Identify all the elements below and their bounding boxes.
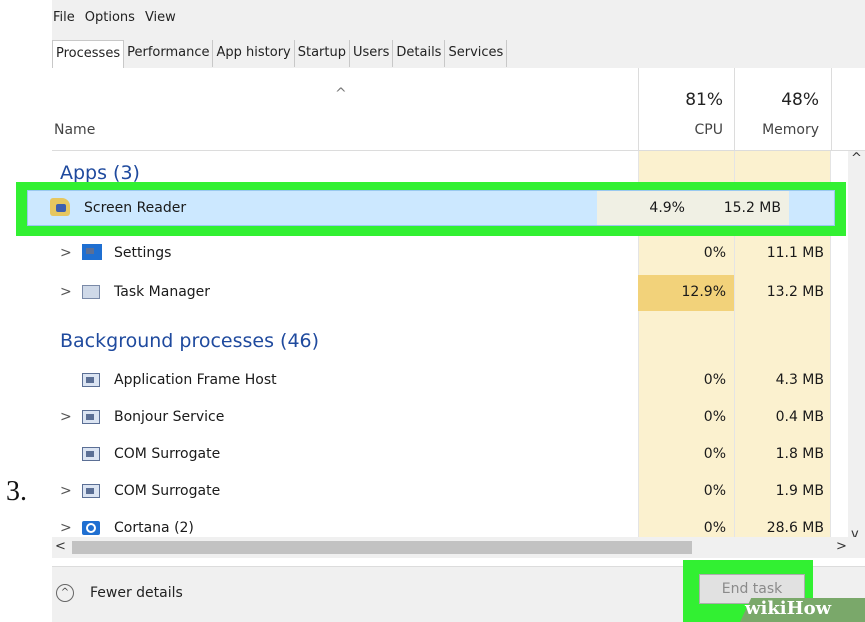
column-header: ^ Name 81% CPU 48% Memory xyxy=(52,68,865,151)
task-manager-window: File Options View Processes Performance … xyxy=(52,0,865,622)
app-window-icon xyxy=(82,410,100,424)
cpu-column-header[interactable]: 81% CPU xyxy=(638,68,735,150)
process-name: Settings xyxy=(114,245,172,261)
processes-panel: ^ Name 81% CPU 48% Memory Apps (3) > Set… xyxy=(52,68,865,566)
process-memory: 4.3 MB xyxy=(775,372,824,388)
app-window-icon xyxy=(82,447,100,461)
scrollbar-thumb[interactable] xyxy=(72,541,692,554)
process-name: Bonjour Service xyxy=(114,409,225,425)
process-memory: 15.2 MB xyxy=(723,200,781,216)
expand-chevron-icon[interactable]: > xyxy=(60,284,72,300)
memory-column-label: Memory xyxy=(762,122,819,138)
process-row[interactable]: COM Surrogate 0% 1.8 MB xyxy=(52,437,832,473)
process-memory: 11.1 MB xyxy=(766,245,824,261)
process-name: Screen Reader xyxy=(84,200,187,216)
process-name: Cortana (2) xyxy=(114,520,194,536)
memory-total-percent: 48% xyxy=(781,90,819,110)
menu-bar: File Options View xyxy=(52,10,177,32)
task-manager-icon xyxy=(82,285,100,299)
process-cpu: 12.9% xyxy=(681,284,726,300)
process-cpu: 0% xyxy=(703,372,726,388)
process-name: Application Frame Host xyxy=(114,372,277,388)
sort-caret-icon[interactable]: ^ xyxy=(335,86,347,102)
process-row-settings[interactable]: > Settings 0% 11.1 MB xyxy=(52,236,832,272)
expand-chevron-icon[interactable]: > xyxy=(60,245,72,261)
group-background-processes: Background processes (46) xyxy=(60,330,320,352)
step-number: 3. xyxy=(6,476,27,507)
wikihow-watermark: wikiHow xyxy=(745,598,831,619)
fewer-details-link[interactable]: Fewer details xyxy=(90,585,183,601)
screen-reader-icon xyxy=(50,198,70,216)
highlight-box: Screen Reader 4.9% 15.2 MB xyxy=(16,182,846,236)
scroll-left-icon[interactable]: < xyxy=(55,539,66,554)
tab-users[interactable]: Users xyxy=(350,40,394,67)
tab-details[interactable]: Details xyxy=(393,40,446,67)
cpu-column-label: CPU xyxy=(694,122,723,138)
watermark-how: How xyxy=(786,598,832,619)
process-cpu: 0% xyxy=(703,520,726,536)
vertical-scrollbar[interactable]: ^ v xyxy=(848,151,865,551)
expand-chevron-icon[interactable]: > xyxy=(60,483,72,499)
app-window-icon xyxy=(82,484,100,498)
process-name: COM Surrogate xyxy=(114,483,221,499)
expand-chevron-icon[interactable]: > xyxy=(60,409,72,425)
process-name: COM Surrogate xyxy=(114,446,221,462)
process-cpu: 0% xyxy=(703,245,726,261)
menu-file[interactable]: File xyxy=(52,10,76,32)
process-row-screen-reader[interactable]: Screen Reader 4.9% 15.2 MB xyxy=(27,190,835,226)
chevron-up-circle-icon[interactable]: ^ xyxy=(56,584,74,602)
app-window-icon xyxy=(82,373,100,387)
tab-startup[interactable]: Startup xyxy=(295,40,350,67)
process-name: Task Manager xyxy=(114,284,211,300)
tab-app-history[interactable]: App history xyxy=(213,40,295,67)
process-memory: 1.9 MB xyxy=(775,483,824,499)
process-row[interactable]: Application Frame Host 0% 4.3 MB xyxy=(52,363,832,399)
group-apps: Apps (3) xyxy=(60,162,140,184)
tab-services[interactable]: Services xyxy=(445,40,508,67)
process-cpu: 4.9% xyxy=(649,200,685,216)
process-row-task-manager[interactable]: > Task Manager 12.9% 13.2 MB xyxy=(52,275,832,311)
settings-icon xyxy=(82,244,102,260)
tab-processes[interactable]: Processes xyxy=(52,40,125,70)
expand-chevron-icon[interactable]: > xyxy=(60,520,72,536)
process-cpu: 0% xyxy=(703,409,726,425)
menu-options[interactable]: Options xyxy=(84,10,136,32)
scroll-up-icon[interactable]: ^ xyxy=(851,151,862,166)
process-memory: 13.2 MB xyxy=(766,284,824,300)
process-row[interactable]: > Bonjour Service 0% 0.4 MB xyxy=(52,400,832,436)
horizontal-scrollbar[interactable]: < > xyxy=(52,537,865,558)
tab-performance[interactable]: Performance xyxy=(124,40,214,67)
tab-strip: Processes Performance App history Startu… xyxy=(52,40,865,70)
process-row[interactable]: > COM Surrogate 0% 1.9 MB xyxy=(52,474,832,510)
name-column-header[interactable]: Name xyxy=(54,122,95,138)
process-cpu: 0% xyxy=(703,483,726,499)
watermark-wiki: wiki xyxy=(745,598,787,619)
process-memory: 28.6 MB xyxy=(766,520,824,536)
menu-view[interactable]: View xyxy=(144,10,177,32)
cpu-total-percent: 81% xyxy=(685,90,723,110)
scroll-right-icon[interactable]: > xyxy=(836,539,847,554)
process-memory: 1.8 MB xyxy=(775,446,824,462)
process-cpu: 0% xyxy=(703,446,726,462)
process-memory: 0.4 MB xyxy=(775,409,824,425)
memory-column-header[interactable]: 48% Memory xyxy=(734,68,832,150)
cortana-icon xyxy=(82,521,100,535)
